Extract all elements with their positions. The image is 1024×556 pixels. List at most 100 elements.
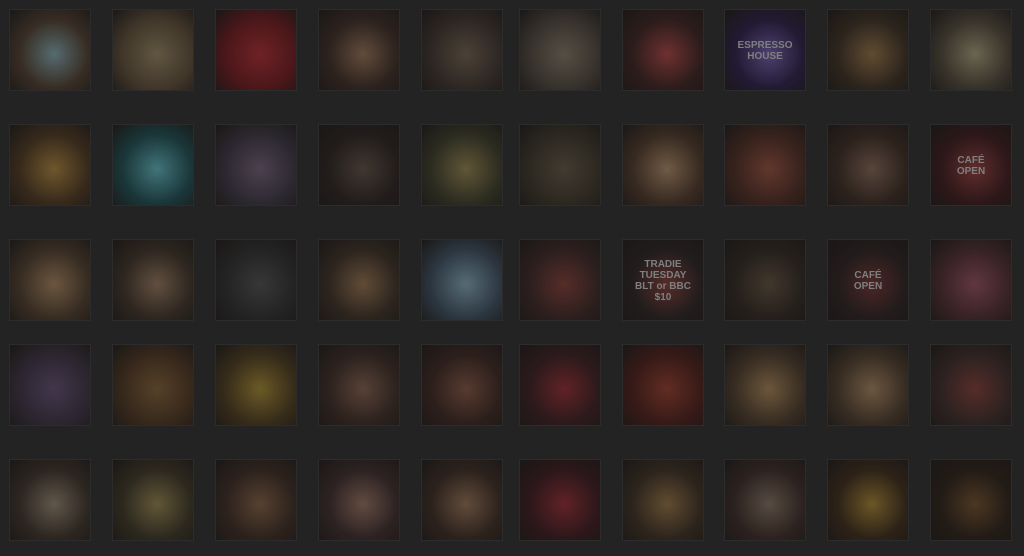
- photo-sign-text: CAFÉ OPEN: [853, 270, 883, 292]
- photo-shading: [10, 240, 90, 320]
- photo-shading: [10, 460, 90, 540]
- photo-latte-art[interactable]: [9, 9, 91, 91]
- photo-takeaway-cup[interactable]: [318, 124, 400, 206]
- photo-latte-saucer[interactable]: [318, 239, 400, 321]
- photo-coffee-beans-hand[interactable]: [622, 124, 704, 206]
- photo-street-view[interactable]: [519, 124, 601, 206]
- photo-blue-blur[interactable]: [421, 239, 503, 321]
- photo-red-banner[interactable]: [622, 344, 704, 426]
- photo-flat-white[interactable]: [421, 459, 503, 541]
- photo-barista[interactable]: [519, 239, 601, 321]
- photo-shading: [725, 460, 805, 540]
- photo-iced-latte[interactable]: [318, 344, 400, 426]
- photo-bread-rolls[interactable]: [9, 344, 91, 426]
- photo-sign-text: ESPRESSO HOUSE: [737, 40, 793, 62]
- photo-cup-saucer[interactable]: [724, 459, 806, 541]
- photo-shading: [828, 460, 908, 540]
- photo-shading: [10, 345, 90, 425]
- photo-shading: [725, 345, 805, 425]
- photo-bagels[interactable]: [9, 124, 91, 206]
- photo-tradie-tuesday[interactable]: TRADIE TUESDAY BLT or BBC $10: [622, 239, 704, 321]
- photo-ice-cream-cups[interactable]: [622, 9, 704, 91]
- photo-shading: [319, 460, 399, 540]
- photo-shopfront-flowers[interactable]: [724, 124, 806, 206]
- photo-yellow-lily[interactable]: [827, 459, 909, 541]
- photo-shading: [623, 345, 703, 425]
- photo-shading: [828, 345, 908, 425]
- photo-shading: [520, 125, 600, 205]
- photo-pastry-display[interactable]: [519, 9, 601, 91]
- photo-shading: [113, 460, 193, 540]
- photo-shading: [931, 240, 1011, 320]
- photo-latte-cup[interactable]: [9, 459, 91, 541]
- photo-shading: [520, 345, 600, 425]
- photo-gallery-page: ESPRESSO HOUSE CAFÉ OPEN TRADIE TUESDAY BL…: [0, 0, 1024, 556]
- photo-sign-text: TRADIE TUESDAY BLT or BBC $10: [635, 259, 691, 303]
- photo-red-napkin[interactable]: [519, 344, 601, 426]
- photo-cheesecake[interactable]: [318, 459, 400, 541]
- photo-bundt-cake[interactable]: [724, 344, 806, 426]
- photo-car-outside[interactable]: [215, 239, 297, 321]
- photo-jacaranda-tree[interactable]: [215, 124, 297, 206]
- photo-iced-coffee-glass[interactable]: [827, 9, 909, 91]
- photo-smoothies[interactable]: [827, 344, 909, 426]
- photo-shading: [113, 345, 193, 425]
- photo-shading: [422, 125, 502, 205]
- photo-shading: [216, 345, 296, 425]
- photo-sign-text: CAFÉ OPEN: [956, 155, 986, 177]
- photo-mug-coffee[interactable]: [827, 124, 909, 206]
- photo-shading: [931, 345, 1011, 425]
- photo-shading: [931, 460, 1011, 540]
- photo-shading: [319, 240, 399, 320]
- photo-espresso-house-sign[interactable]: ESPRESSO HOUSE: [724, 9, 806, 91]
- photo-shading: [319, 10, 399, 90]
- photo-staff-group[interactable]: [724, 239, 806, 321]
- photo-shading: [520, 240, 600, 320]
- photo-drinks-fridge[interactable]: [318, 9, 400, 91]
- photo-strawberries[interactable]: [519, 459, 601, 541]
- photo-shading: [10, 10, 90, 90]
- photo-shading: [623, 460, 703, 540]
- photo-shading: [216, 240, 296, 320]
- photo-shading: [828, 125, 908, 205]
- photo-shading: [10, 125, 90, 205]
- photo-roccabella-cups[interactable]: [112, 124, 194, 206]
- photo-shading: [216, 125, 296, 205]
- photo-coffee-crema[interactable]: [930, 459, 1012, 541]
- photo-wooden-table[interactable]: [112, 344, 194, 426]
- photo-breakfast-plate[interactable]: [112, 9, 194, 91]
- photo-shading: [623, 125, 703, 205]
- photo-croissants[interactable]: [622, 459, 704, 541]
- photo-cake-display[interactable]: [421, 9, 503, 91]
- photo-shading: [113, 10, 193, 90]
- photo-milkshake[interactable]: [930, 9, 1012, 91]
- photo-shading: [828, 10, 908, 90]
- photo-latte-heart[interactable]: [421, 344, 503, 426]
- photo-cakes-table[interactable]: [9, 239, 91, 321]
- photo-shading: [319, 345, 399, 425]
- photo-cappuccino[interactable]: [112, 239, 194, 321]
- photo-shading: [725, 125, 805, 205]
- photo-storefront[interactable]: [930, 344, 1012, 426]
- photo-shopfront-balloons[interactable]: [930, 239, 1012, 321]
- photo-shading: [931, 10, 1011, 90]
- photo-shading: [623, 10, 703, 90]
- photo-tart-slice[interactable]: [215, 459, 297, 541]
- photo-shading: [113, 240, 193, 320]
- photo-shading: [216, 460, 296, 540]
- photo-cafe-open-sign[interactable]: CAFÉ OPEN: [930, 124, 1012, 206]
- photo-shading: [216, 10, 296, 90]
- photo-shading: [319, 125, 399, 205]
- photo-juice-glass[interactable]: [215, 344, 297, 426]
- photo-espresso-house-open[interactable]: CAFÉ OPEN: [827, 239, 909, 321]
- photo-shading: [725, 240, 805, 320]
- photo-food-plate[interactable]: [112, 459, 194, 541]
- photo-shading: [520, 460, 600, 540]
- photo-shading: [422, 240, 502, 320]
- photo-grid: ESPRESSO HOUSE CAFÉ OPEN TRADIE TUESDAY BL…: [0, 0, 1024, 556]
- photo-salad-bowl[interactable]: [421, 124, 503, 206]
- photo-shading: [422, 345, 502, 425]
- photo-red-hibiscus[interactable]: [215, 9, 297, 91]
- photo-shading: [520, 10, 600, 90]
- photo-shading: [422, 460, 502, 540]
